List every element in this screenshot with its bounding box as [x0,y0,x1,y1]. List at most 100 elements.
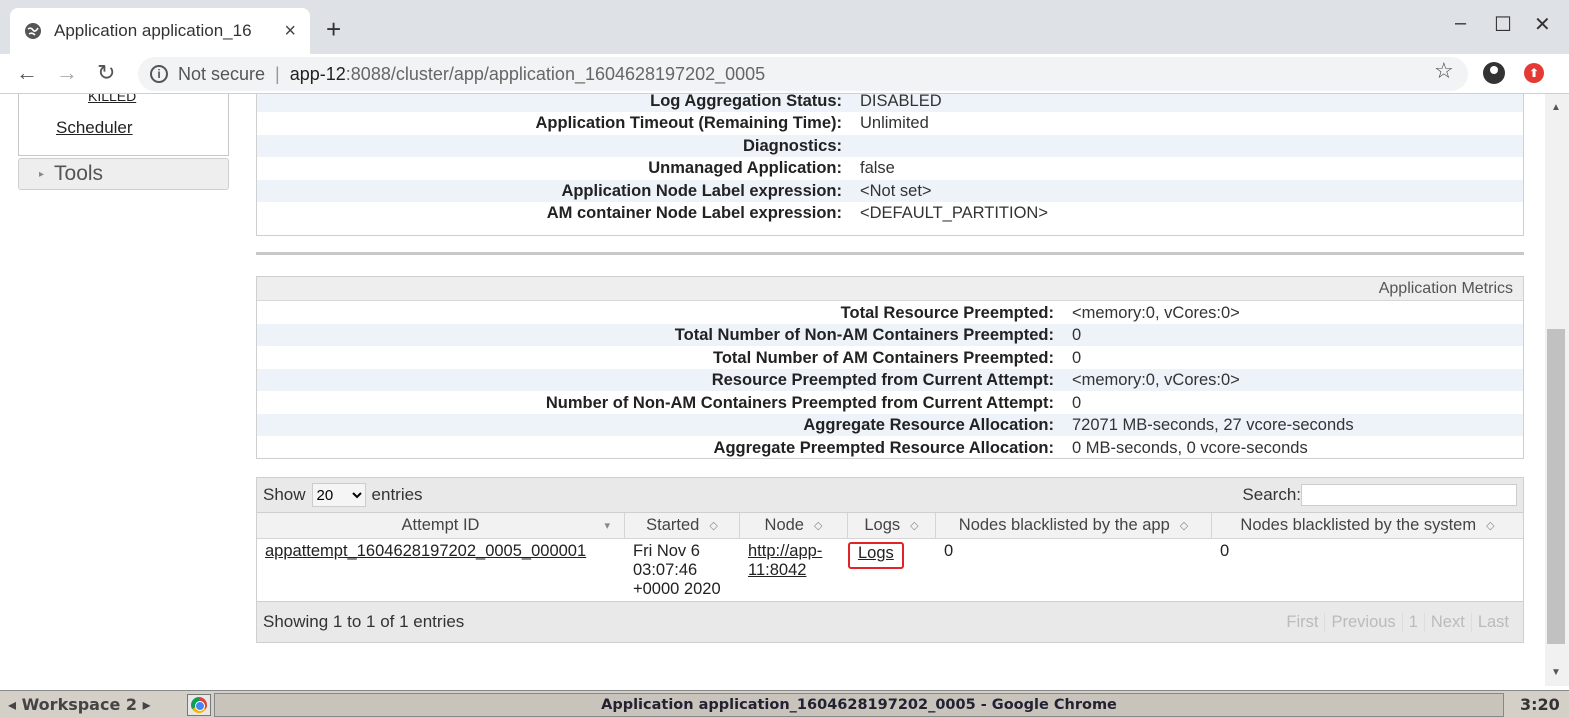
node-link[interactable]: http://app- 11:8042 [748,542,840,580]
new-tab-button[interactable]: + [326,14,341,45]
sort-icon: ◇ [1486,520,1495,532]
cell-blacklisted-system: 0 [1220,542,1230,560]
browser-tab[interactable]: Application application_16 × [10,8,310,54]
column-header-node[interactable]: Node ◇ [740,513,848,538]
sidebar-tools-toggle[interactable]: ▸ Tools [18,158,229,190]
scroll-down-arrow-icon[interactable]: ▼ [1551,667,1561,678]
metrics-row: Aggregate Resource Allocation: 72071 MB-… [257,414,1523,436]
sidebar-link-scheduler[interactable]: Scheduler [56,118,133,138]
overview-value: <Not set> [860,181,932,200]
cell-node: http://app- 11:8042 [740,539,848,599]
sidebar-link-killed[interactable]: KILLED [88,94,136,104]
scrollbar-thumb[interactable] [1547,329,1565,644]
page-scrollbar[interactable]: ▲ ▼ [1545,94,1569,686]
app-overview-panel: Log Aggregation Status: DISABLED Applica… [256,94,1524,236]
pager-previous[interactable]: Previous [1324,612,1401,632]
close-window-button[interactable]: ✕ [1534,12,1551,37]
chrome-icon[interactable] [187,694,211,716]
metrics-value: 0 [1072,325,1082,344]
started-line: 03:07:46 [633,561,698,579]
sort-icon: ◇ [813,520,823,532]
reload-icon[interactable]: ↻ [97,60,115,86]
clock: 3:20 [1520,695,1560,714]
table-info: Showing 1 to 1 of 1 entries [263,612,465,631]
metrics-row: Total Number of Non-AM Containers Preemp… [257,324,1523,346]
logs-link[interactable]: Logs [858,544,894,562]
column-header-attempt-id[interactable]: Attempt ID ▾ [257,513,625,538]
overview-row: Application Node Label expression: <Not … [257,180,1523,202]
column-label: Nodes blacklisted by the system [1240,516,1477,534]
forward-arrow-icon[interactable]: → [56,60,78,86]
overview-value: false [860,158,895,177]
column-header-blacklisted-system[interactable]: Nodes blacklisted by the system ◇ [1212,513,1523,538]
overview-key: AM container Node Label expression: [546,203,842,222]
tab-close-icon[interactable]: × [284,20,296,43]
minimize-button[interactable]: – [1455,12,1466,35]
pager-first[interactable]: First [1280,613,1324,632]
browser-toolbar: ← → ↻ i Not secure | app-12 :8088/cluste… [0,54,1569,94]
tools-label: Tools [54,162,104,185]
app-metrics-panel: Application Metrics Total Resource Preem… [256,276,1524,459]
search-input[interactable] [1301,484,1517,506]
metrics-key: Total Resource Preempted: [840,303,1054,322]
workspace-switcher[interactable]: ◂ Workspace 2 ▸ [8,695,151,714]
back-arrow-icon[interactable]: ← [16,60,38,86]
url-separator: | [275,63,280,84]
cell-started: Fri Nov 6 03:07:46 +0000 2020 [625,539,740,599]
show-label: Show [263,485,306,504]
metrics-value: 72071 MB-seconds, 27 vcore-seconds [1072,415,1354,434]
table-toolbar: Show 20 entries Search: [257,478,1523,513]
scroll-up-arrow-icon[interactable]: ▲ [1551,102,1561,113]
overview-value: Unlimited [860,113,929,132]
column-header-started[interactable]: Started ◇ [625,513,740,538]
node-link-line: 11:8042 [748,561,807,579]
overview-row: Unmanaged Application: false [257,157,1523,179]
overview-key: Diagnostics: [742,136,842,155]
tab-strip: Application application_16 × + – ☐ ✕ [0,0,1569,54]
column-header-logs[interactable]: Logs ◇ [848,513,936,538]
taskbar-window-button[interactable]: Application application_1604628197202_00… [214,693,1504,717]
column-header-blacklisted-app[interactable]: Nodes blacklisted by the app ◇ [936,513,1212,538]
maximize-button[interactable]: ☐ [1494,12,1512,37]
page-size-select[interactable]: 20 [311,483,366,507]
metrics-value: <memory:0, vCores:0> [1072,370,1240,389]
account-icon[interactable] [1483,62,1505,84]
entries-label: entries [371,485,423,504]
pager-next[interactable]: Next [1423,612,1471,632]
overview-key: Application Timeout (Remaining Time): [535,113,843,132]
overview-key: Unmanaged Application: [648,158,842,177]
metrics-key: Aggregate Resource Allocation: [803,415,1054,434]
search-label: Search: [1242,485,1301,504]
address-bar[interactable]: i Not secure | app-12 :8088/cluster/app/… [138,57,1468,91]
overview-row: Log Aggregation Status: DISABLED [257,94,1523,112]
metrics-row: Total Resource Preempted: <memory:0, vCo… [257,302,1523,324]
metrics-value: 0 [1072,348,1082,367]
pager-last[interactable]: Last [1470,612,1515,632]
url-path: :8088/cluster/app/application_1604628197… [345,63,766,84]
started-line: +0000 2020 [633,580,721,598]
sort-desc-icon: ▾ [604,520,610,532]
extension-icon[interactable]: ⬆ [1524,63,1544,83]
column-label: Logs [864,516,901,534]
overview-key: Log Aggregation Status: [650,94,842,110]
cell-attempt-id: appattempt_1604628197202_0005_000001 [257,539,625,599]
overview-row: Diagnostics: [257,135,1523,157]
triangle-right-icon: ▸ [39,168,45,180]
bookmark-star-icon[interactable]: ☆ [1434,58,1454,84]
metrics-key: Resource Preempted from Current Attempt: [711,370,1054,389]
metrics-value: <memory:0, vCores:0> [1072,303,1240,322]
column-label: Nodes blacklisted by the app [958,516,1170,534]
not-secure-label: Not secure [178,63,266,84]
pager-page[interactable]: 1 [1401,612,1424,632]
logs-highlight: Logs [848,542,904,569]
node-link-line: http://app- [748,542,823,560]
attempt-id-link[interactable]: appattempt_1604628197202_0005_000001 [265,542,586,560]
cell-blacklisted-app: 0 [944,542,954,560]
metrics-row: Resource Preempted from Current Attempt:… [257,369,1523,391]
metrics-row: Total Number of AM Containers Preempted:… [257,347,1523,369]
sort-icon: ◇ [709,520,718,532]
overview-row: Application Timeout (Remaining Time): Un… [257,112,1523,134]
info-icon[interactable]: i [150,65,168,83]
cell-logs: Logs [848,539,936,599]
metrics-key: Number of Non-AM Containers Preempted fr… [545,393,1054,412]
